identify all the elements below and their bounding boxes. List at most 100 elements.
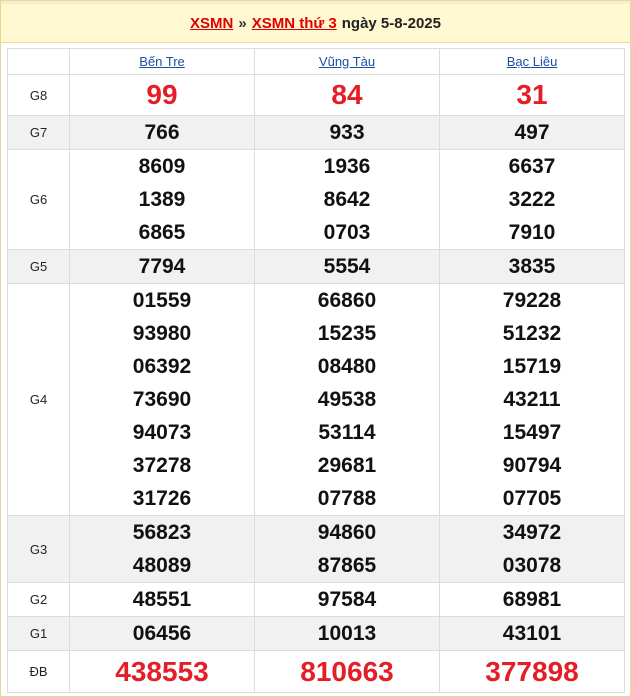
result-number: 06456 [132, 622, 192, 645]
prize-cell: 94860 87865 [254, 515, 440, 583]
result-number: 3222 [508, 188, 556, 211]
result-number: 15497 [502, 421, 562, 444]
province-link-ben-tre[interactable]: Bến Tre [139, 54, 185, 69]
prize-cell: 497 [439, 115, 625, 150]
result-number: 84 [331, 79, 363, 110]
result-number: 03078 [502, 554, 562, 577]
prize-cell: 1936 8642 0703 [254, 149, 440, 250]
prize-label: G6 [7, 149, 70, 250]
result-number: 73690 [132, 388, 192, 411]
result-number: 93980 [132, 322, 192, 345]
prize-cell: 43101 [439, 616, 625, 651]
prize-column-header [7, 48, 70, 75]
result-number: 7794 [138, 255, 186, 278]
prize-cell: 31 [439, 74, 625, 116]
result-number: 37278 [132, 454, 192, 477]
prize-cell: 3835 [439, 249, 625, 284]
prize-label: G3 [7, 515, 70, 583]
results-table: Bến Tre Vũng Tàu Bạc Liêu G8 99 84 31 G7 766 9… [7, 48, 625, 693]
prize-label: ĐB [7, 650, 70, 693]
prize-cell: 79228 51232 15719 43211 15497 90794 07705 [439, 283, 625, 516]
result-number: 7910 [508, 221, 556, 244]
prize-cell: 377898 [439, 650, 625, 693]
prize-label: G1 [7, 616, 70, 651]
result-number: 34972 [502, 521, 562, 544]
result-number: 1936 [323, 155, 371, 178]
province-header-row: Bến Tre Vũng Tàu Bạc Liêu [7, 48, 625, 75]
result-number: 933 [329, 121, 365, 144]
prize-cell: 438553 [69, 650, 255, 693]
prize-label: G8 [7, 74, 70, 116]
prize-row: G4 01559 93980 06392 73690 94073 37278 31726 668… [7, 283, 625, 516]
prize-cell: 8609 1389 6865 [69, 149, 255, 250]
result-number: 51232 [502, 322, 562, 345]
result-number: 8609 [138, 155, 186, 178]
prize-label: G5 [7, 249, 70, 284]
result-number: 01559 [132, 289, 192, 312]
result-number: 66860 [317, 289, 377, 312]
xsmn-link[interactable]: XSMN [190, 15, 233, 32]
result-number: 497 [514, 121, 550, 144]
result-number: 48089 [132, 554, 192, 577]
prize-cell: 84 [254, 74, 440, 116]
prize-cell: 933 [254, 115, 440, 150]
prize-row: G6 8609 1389 6865 1936 8642 0703 6637 3222 7910 [7, 149, 625, 250]
prize-cell: 66860 15235 08480 49538 53114 29681 07788 [254, 283, 440, 516]
result-number: 90794 [502, 454, 562, 477]
prize-cell: 06456 [69, 616, 255, 651]
result-number: 94073 [132, 421, 192, 444]
results-panel: XSMN » XSMN thứ 3 ngày 5-8-2025 Bến Tre … [0, 0, 631, 697]
result-number: 15235 [317, 322, 377, 345]
prize-row: ĐB 438553 810663 377898 [7, 650, 625, 693]
prize-label: G2 [7, 582, 70, 617]
prize-row: G1 06456 10013 43101 [7, 616, 625, 651]
result-number: 87865 [317, 554, 377, 577]
result-number: 48551 [132, 588, 192, 611]
province-link-vung-tau[interactable]: Vũng Tàu [319, 54, 375, 69]
result-number: 97584 [317, 588, 377, 611]
result-number: 43101 [502, 622, 562, 645]
result-number: 49538 [317, 388, 377, 411]
draw-date: ngày 5-8-2025 [341, 14, 441, 32]
prize-cell: 6637 3222 7910 [439, 149, 625, 250]
prize-cell: 766 [69, 115, 255, 150]
result-number: 31726 [132, 487, 192, 510]
prize-row: G8 99 84 31 [7, 74, 625, 116]
result-number: 31 [516, 79, 548, 110]
prize-cell: 56823 48089 [69, 515, 255, 583]
result-number: 53114 [318, 421, 376, 444]
result-number: 08480 [317, 355, 377, 378]
province-header: Bạc Liêu [439, 48, 625, 75]
province-link-bac-lieu[interactable]: Bạc Liêu [507, 54, 558, 69]
prize-cell: 48551 [69, 582, 255, 617]
result-number: 438553 [115, 656, 209, 687]
province-header: Bến Tre [69, 48, 255, 75]
prize-cell: 10013 [254, 616, 440, 651]
result-number: 68981 [502, 588, 562, 611]
prize-cell: 5554 [254, 249, 440, 284]
province-header: Vũng Tàu [254, 48, 440, 75]
result-number: 07705 [502, 487, 562, 510]
result-number: 94860 [317, 521, 377, 544]
prize-row: G5 7794 5554 3835 [7, 249, 625, 284]
prize-cell: 01559 93980 06392 73690 94073 37278 31726 [69, 283, 255, 516]
result-number: 6637 [508, 155, 556, 178]
prize-cell: 34972 03078 [439, 515, 625, 583]
prize-cell: 97584 [254, 582, 440, 617]
result-number: 0703 [323, 221, 371, 244]
prize-label: G4 [7, 283, 70, 516]
prize-cell: 7794 [69, 249, 255, 284]
result-number: 10013 [317, 622, 377, 645]
xsmn-weekday-link[interactable]: XSMN thứ 3 [252, 15, 337, 32]
result-number: 766 [144, 121, 180, 144]
prize-cell: 99 [69, 74, 255, 116]
prize-row: G2 48551 97584 68981 [7, 582, 625, 617]
result-number: 07788 [317, 487, 377, 510]
result-number: 377898 [485, 656, 579, 687]
result-number: 810663 [300, 656, 394, 687]
result-number: 29681 [317, 454, 377, 477]
prize-row: G3 56823 48089 94860 87865 34972 03078 [7, 515, 625, 583]
result-number: 3835 [508, 255, 556, 278]
result-number: 8642 [323, 188, 371, 211]
result-number: 15719 [502, 355, 562, 378]
